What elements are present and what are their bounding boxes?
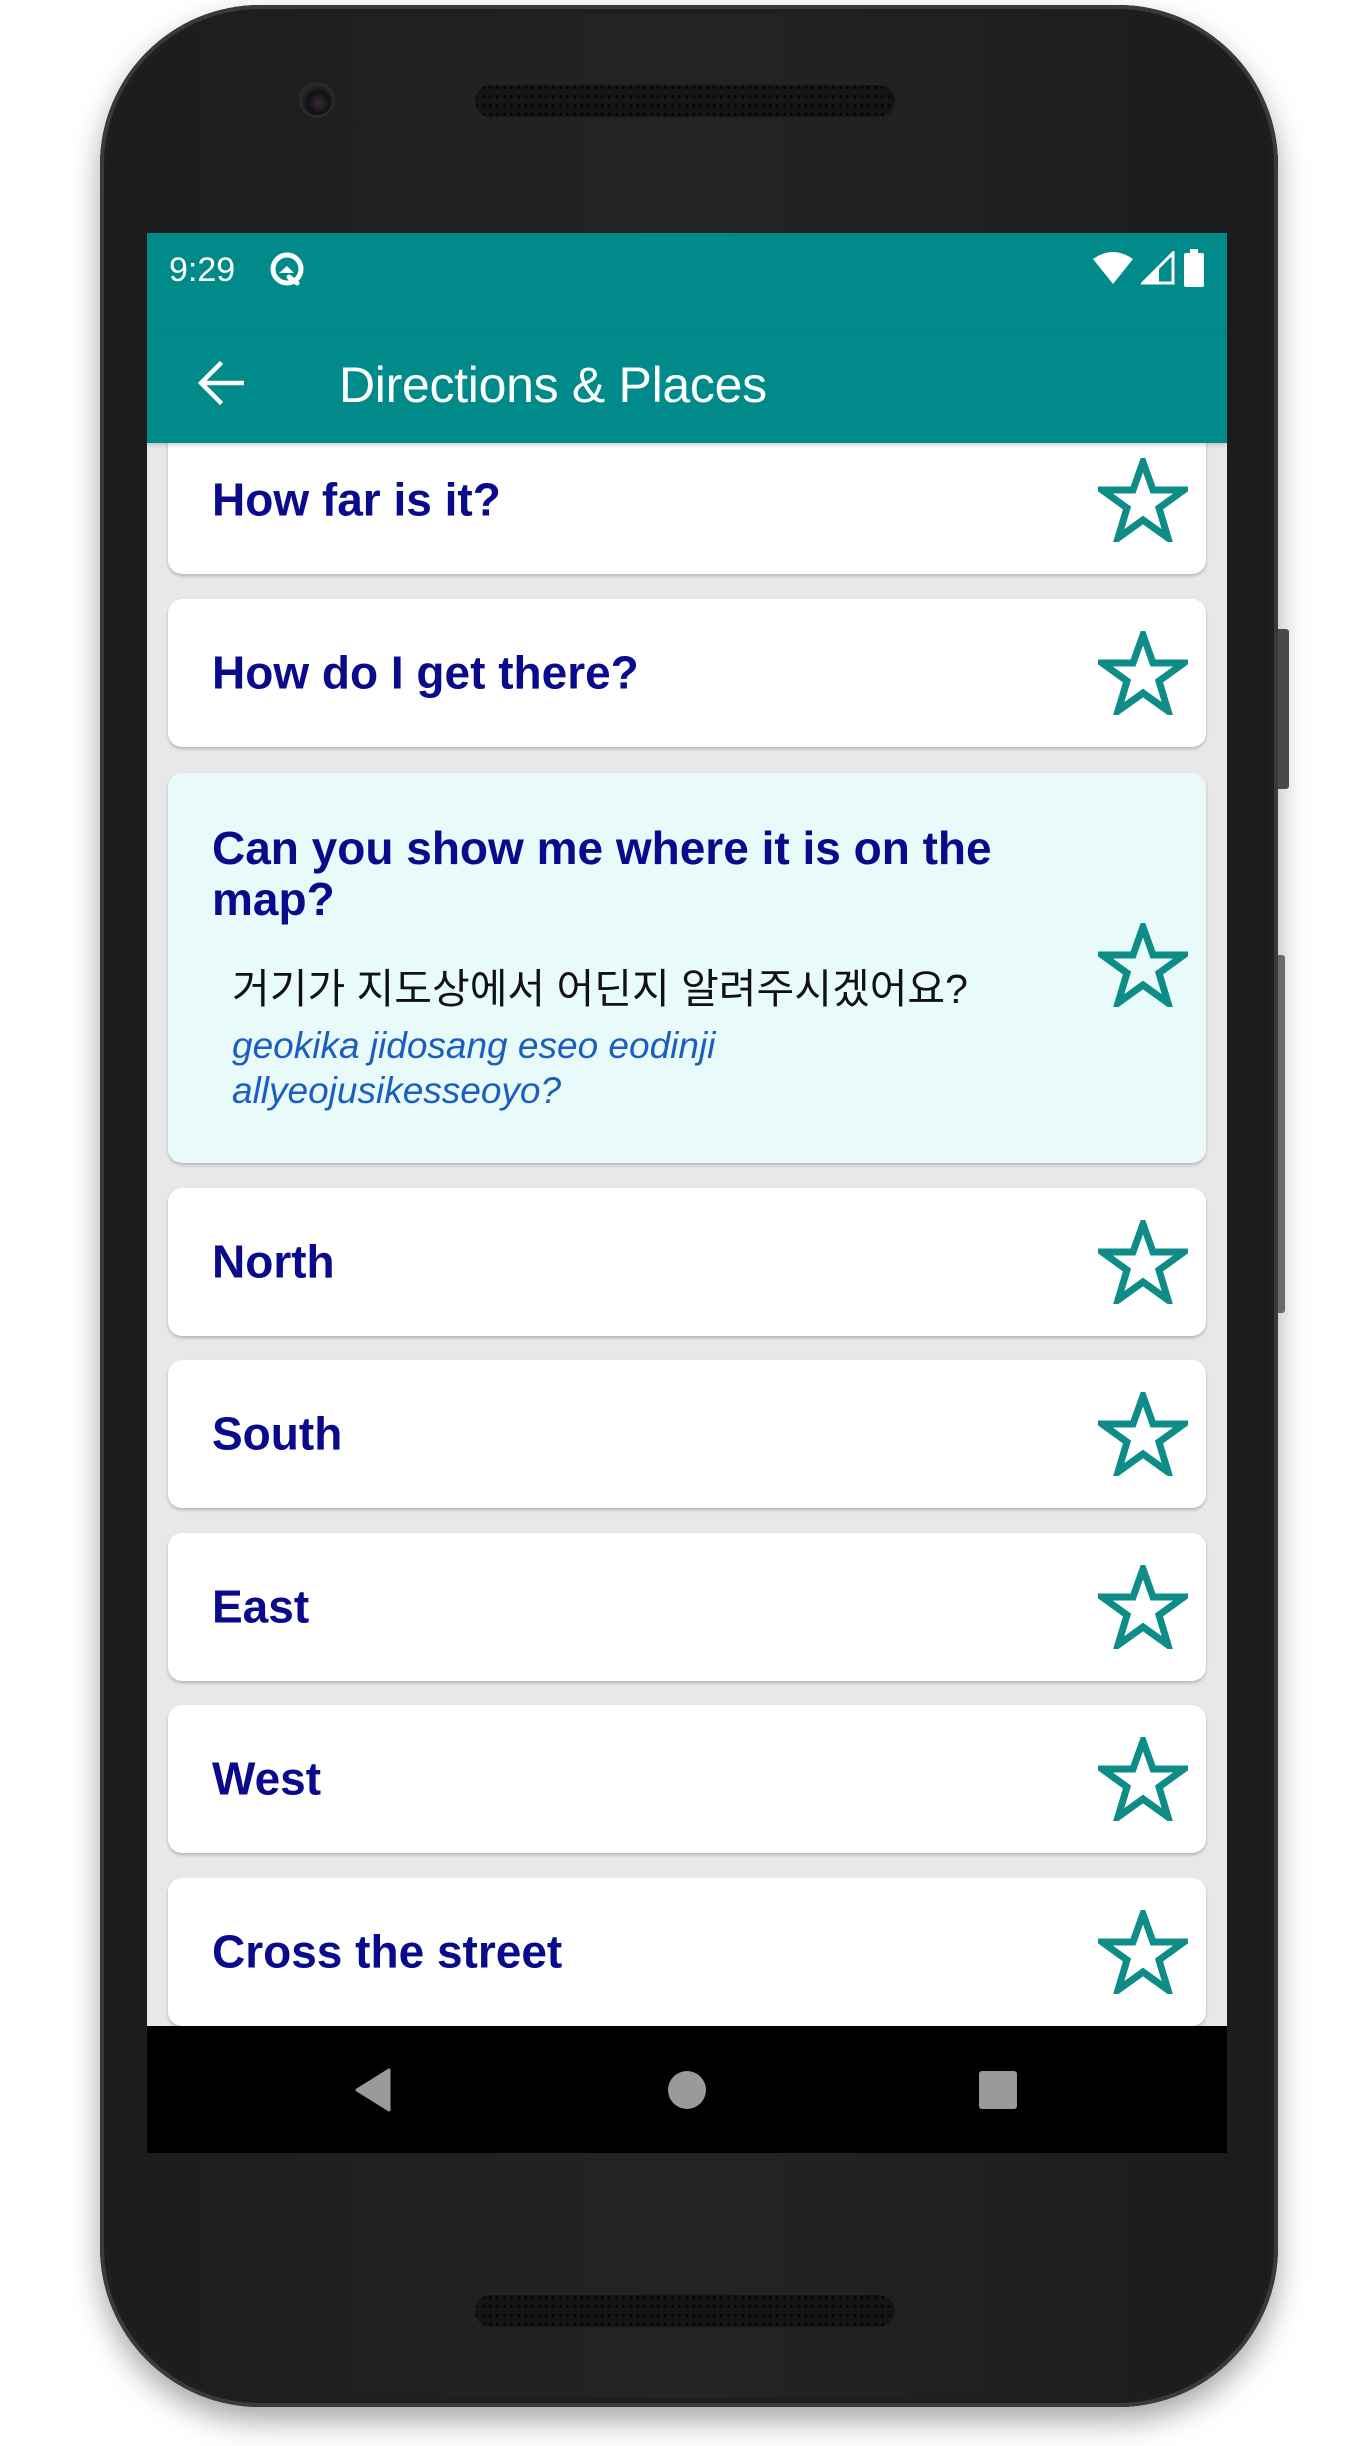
nav-recents-icon [979,2071,1017,2109]
star-outline-icon [1098,1910,1188,1994]
phrase-card-expanded[interactable]: Can you show me where it is on the map? … [168,773,1206,1163]
phrase-card[interactable]: East [168,1533,1206,1681]
phrase-english: How far is it? [212,473,501,526]
nav-home-icon [668,2071,706,2109]
favorite-button[interactable] [1098,458,1188,542]
phrase-english: West [212,1752,322,1805]
page-title: Directions & Places [339,357,767,413]
status-time: 9:29 [169,251,236,289]
wifi-icon [1093,251,1133,290]
phrase-card[interactable]: How far is it? [168,426,1206,574]
status-bar: 9:29 [147,233,1227,329]
phrase-english: How do I get there? [212,646,639,699]
phrase-english: South [212,1407,343,1460]
favorite-button[interactable] [1098,1910,1188,1994]
power-button [1278,629,1289,789]
earpiece-speaker [473,83,897,119]
star-outline-icon [1098,1565,1188,1649]
volume-button [1278,955,1285,1313]
nav-back-icon [355,2068,391,2112]
back-button[interactable] [191,357,251,413]
phrase-romanization: geokika jidosang eseo eodinji allyeojusi… [232,1025,716,1111]
system-nav-bar [147,2026,1227,2153]
favorite-button[interactable] [1098,1737,1188,1821]
favorite-button[interactable] [1098,1392,1188,1476]
phrase-korean: 거기가 지도상에서 어딘지 알려주시겠어요? [232,966,968,1012]
phrase-list[interactable]: How far is it? How do I get there? Can y… [147,233,1227,2026]
front-camera [302,85,332,115]
favorite-button[interactable] [1098,923,1188,1007]
star-outline-icon [1098,1392,1188,1476]
phrase-english: East [212,1580,310,1633]
favorite-button[interactable] [1098,1220,1188,1304]
cell-signal-icon [1139,248,1175,290]
phrase-english: North [212,1235,335,1288]
star-outline-icon [1098,631,1188,715]
app-screen: 9:29 Directions & Places How far is it? [147,233,1227,2153]
phrase-card[interactable]: How do I get there? [168,599,1206,747]
favorite-button[interactable] [1098,1565,1188,1649]
battery-icon [1183,248,1205,292]
phrase-card[interactable]: North [168,1188,1206,1336]
nav-recents-button[interactable] [970,2062,1026,2118]
status-icons [1093,248,1205,292]
app-toolbar: Directions & Places [147,329,1227,443]
star-outline-icon [1098,1737,1188,1821]
arrow-back-icon [197,360,245,410]
phrase-english: Cross the street [212,1925,563,1978]
phrase-card[interactable]: South [168,1360,1206,1508]
data-saver-icon [267,249,307,289]
phrase-english: Can you show me where it is on the map? [212,822,992,925]
phrase-card[interactable]: Cross the street [168,1878,1206,2026]
star-outline-icon [1098,923,1188,1007]
favorite-button[interactable] [1098,631,1188,715]
phrase-card[interactable]: West [168,1705,1206,1853]
star-outline-icon [1098,458,1188,542]
nav-home-button[interactable] [659,2062,715,2118]
nav-back-button[interactable] [345,2062,401,2118]
star-outline-icon [1098,1220,1188,1304]
bottom-speaker [473,2293,897,2329]
